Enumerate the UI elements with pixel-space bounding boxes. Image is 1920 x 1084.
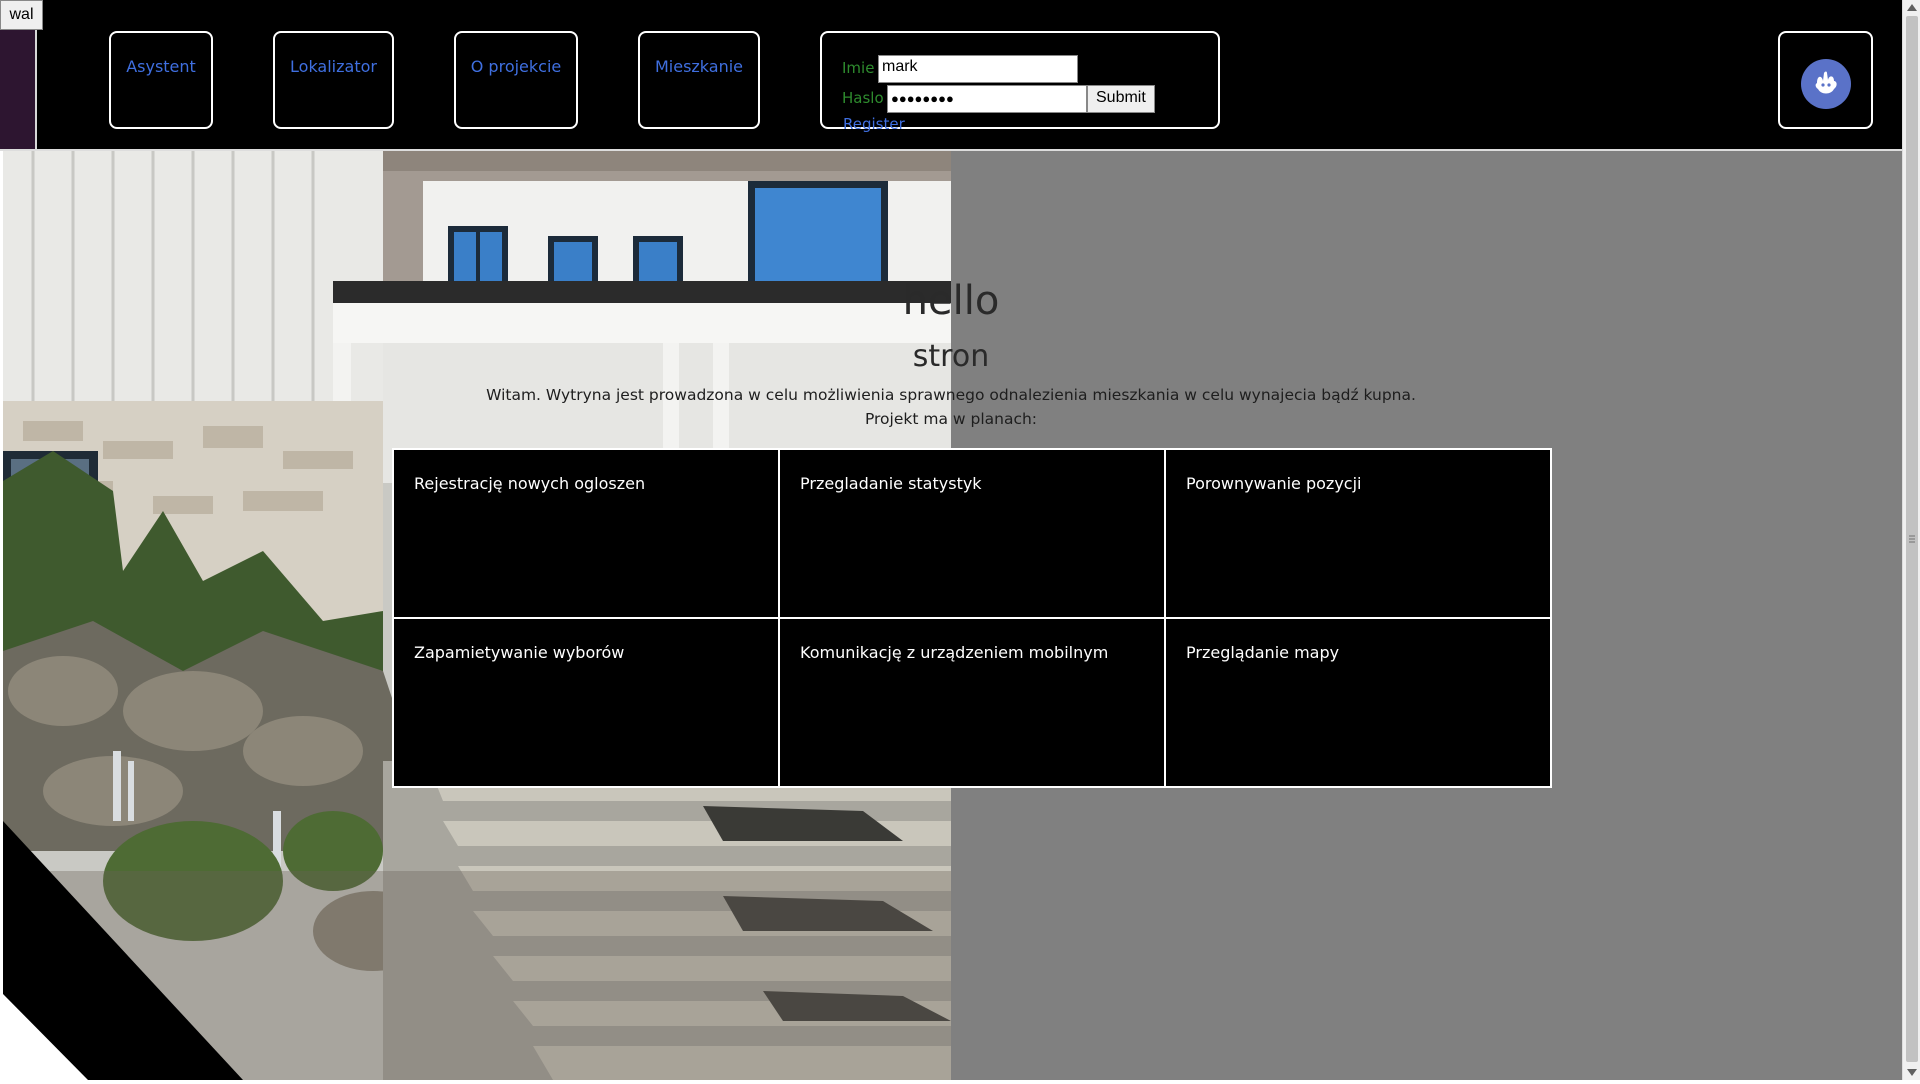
feature-card: Przeglądanie mapy [1165, 618, 1551, 787]
feature-label: Porownywanie pozycji [1186, 474, 1362, 493]
wal-button[interactable]: wal [0, 0, 43, 30]
name-input[interactable]: mark [878, 55, 1078, 83]
vertical-scrollbar[interactable] [1902, 0, 1920, 1080]
feature-card: Rejestrację nowych ogloszen [393, 449, 779, 618]
password-label: Haslo [842, 89, 884, 107]
features-grid: Rejestrację nowych ogloszen Przegladanie… [392, 448, 1552, 788]
password-input[interactable]: ●●●●●●●● [887, 85, 1087, 113]
page-subtitle: stron [912, 339, 990, 374]
nav-lokalizator-button[interactable]: Lokalizator [273, 31, 394, 129]
feature-label: Przegladanie statystyk [800, 474, 982, 493]
feature-card: Komunikację z urządzeniem mobilnym [779, 618, 1165, 787]
nav-label: O projekcie [470, 57, 562, 76]
feature-card: Porownywanie pozycji [1165, 449, 1551, 618]
nav-o-projekcie-button[interactable]: O projekcie [454, 31, 578, 129]
user-avatar-icon [1801, 59, 1851, 109]
page-description: Witam. Wytryna jest prowadzona w celu mo… [486, 386, 1416, 404]
feature-card: Przegladanie statystyk [779, 449, 1165, 618]
feature-label: Zapamietywanie wyborów [414, 643, 625, 662]
feature-label: Komunikację z urządzeniem mobilnym [800, 643, 1109, 662]
feature-label: Rejestrację nowych ogloszen [414, 474, 646, 493]
nav-label: Mieszkanie [654, 57, 744, 76]
scroll-down-arrow-icon [1907, 1069, 1917, 1076]
nav-label: Asystent [126, 57, 196, 76]
nav-mieszkanie-button[interactable]: Mieszkanie [638, 31, 760, 129]
register-link[interactable]: Register [843, 115, 905, 133]
scroll-up-arrow-icon [1907, 4, 1917, 11]
feature-label: Przeglądanie mapy [1186, 643, 1340, 662]
feature-card: Zapamietywanie wyborów [393, 618, 779, 787]
submit-button[interactable]: Submit [1087, 85, 1155, 113]
nav-label: Lokalizator [290, 57, 377, 76]
user-menu-button[interactable] [1778, 31, 1873, 129]
page-title: hello [902, 278, 1000, 324]
name-label: Imie [842, 59, 875, 77]
login-form: Imie mark Haslo ●●●●●●●● Submit Register [820, 31, 1220, 133]
plans-intro: Projekt ma w planach: [864, 410, 1038, 428]
nav-asystent-button[interactable]: Asystent [109, 31, 213, 129]
